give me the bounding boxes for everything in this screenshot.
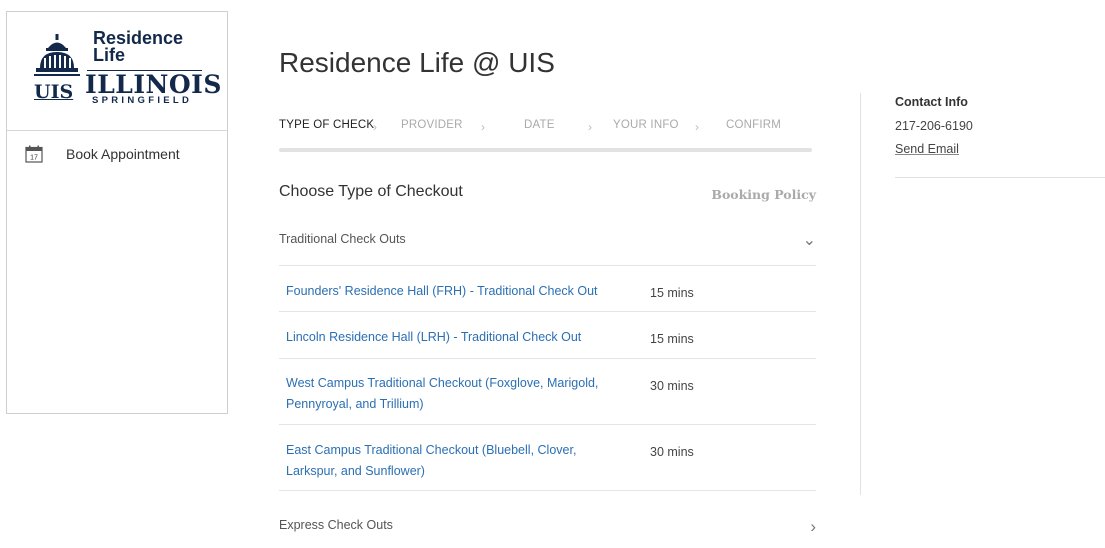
booking-policy-link[interactable]: Booking Policy — [711, 187, 816, 202]
logo-wordmark: Residence Life — [93, 29, 183, 65]
service-row[interactable]: West Campus Traditional Checkout (Foxglo… — [279, 358, 816, 424]
logo-uis: UIS — [34, 81, 74, 103]
sidebar-item-book-appointment[interactable]: 17 Book Appointment — [25, 145, 180, 163]
booking-steps: TYPE OF CHECK › PROVIDER › DATE › YOUR I… — [279, 119, 812, 134]
group-traditional-check-outs[interactable]: Traditional Check Outs ⌄ — [279, 232, 816, 249]
step-provider[interactable]: PROVIDER — [401, 119, 463, 131]
group-label: Traditional Check Outs — [279, 232, 406, 246]
step-progress-bar — [279, 148, 812, 152]
logo-springfield: SPRINGFIELD — [92, 95, 193, 106]
page-title: Residence Life @ UIS — [279, 47, 555, 78]
contact-divider — [895, 177, 1105, 178]
chevron-right-icon: › — [810, 517, 816, 536]
service-duration: 30 mins — [650, 379, 694, 393]
service-row[interactable]: Lincoln Residence Hall (LRH) - Tradition… — [279, 311, 816, 358]
step-separator-icon: › — [588, 120, 593, 134]
calendar-icon: 17 — [25, 145, 43, 163]
service-row[interactable]: East Campus Traditional Checkout (Bluebe… — [279, 424, 816, 490]
service-name[interactable]: Founders' Residence Hall (FRH) - Traditi… — [286, 281, 626, 302]
contact-title: Contact Info — [895, 95, 968, 109]
service-duration: 15 mins — [650, 332, 694, 346]
send-email-link[interactable]: Send Email — [895, 142, 959, 156]
step-confirm[interactable]: CONFIRM — [726, 119, 781, 131]
logo-line-life: Life — [93, 45, 126, 65]
step-separator-icon: › — [373, 120, 378, 134]
contact-phone: 217-206-6190 — [895, 119, 973, 133]
residence-life-logo[interactable]: Residence Life UIS ILLINOIS SPRINGFIELD — [7, 12, 227, 131]
step-type-of-check[interactable]: TYPE OF CHECK — [279, 119, 374, 131]
service-name[interactable]: East Campus Traditional Checkout (Bluebe… — [286, 440, 626, 482]
vertical-divider — [860, 93, 861, 495]
calendar-day: 17 — [30, 155, 38, 162]
dome-logo-icon — [34, 34, 80, 76]
service-name[interactable]: West Campus Traditional Checkout (Foxglo… — [286, 373, 626, 415]
chevron-down-icon: ⌄ — [802, 232, 816, 249]
sidebar-item-label: Book Appointment — [66, 146, 180, 162]
service-duration: 30 mins — [650, 445, 694, 459]
sidebar: Residence Life UIS ILLINOIS SPRINGFIELD … — [6, 11, 228, 414]
step-your-info[interactable]: YOUR INFO — [613, 119, 679, 131]
group-express-check-outs[interactable]: Express Check Outs › — [279, 517, 816, 536]
step-separator-icon: › — [695, 120, 700, 134]
service-name[interactable]: Lincoln Residence Hall (LRH) - Tradition… — [286, 327, 626, 348]
step-date[interactable]: DATE — [524, 119, 555, 131]
step-separator-icon: › — [481, 120, 486, 134]
service-list: Founders' Residence Hall (FRH) - Traditi… — [279, 265, 816, 490]
service-row[interactable]: Founders' Residence Hall (FRH) - Traditi… — [279, 265, 816, 311]
list-divider — [279, 490, 816, 491]
group-label: Express Check Outs — [279, 518, 393, 532]
section-heading: Choose Type of Checkout — [279, 183, 463, 200]
service-duration: 15 mins — [650, 286, 694, 300]
logo-illinois: ILLINOIS — [85, 70, 222, 99]
